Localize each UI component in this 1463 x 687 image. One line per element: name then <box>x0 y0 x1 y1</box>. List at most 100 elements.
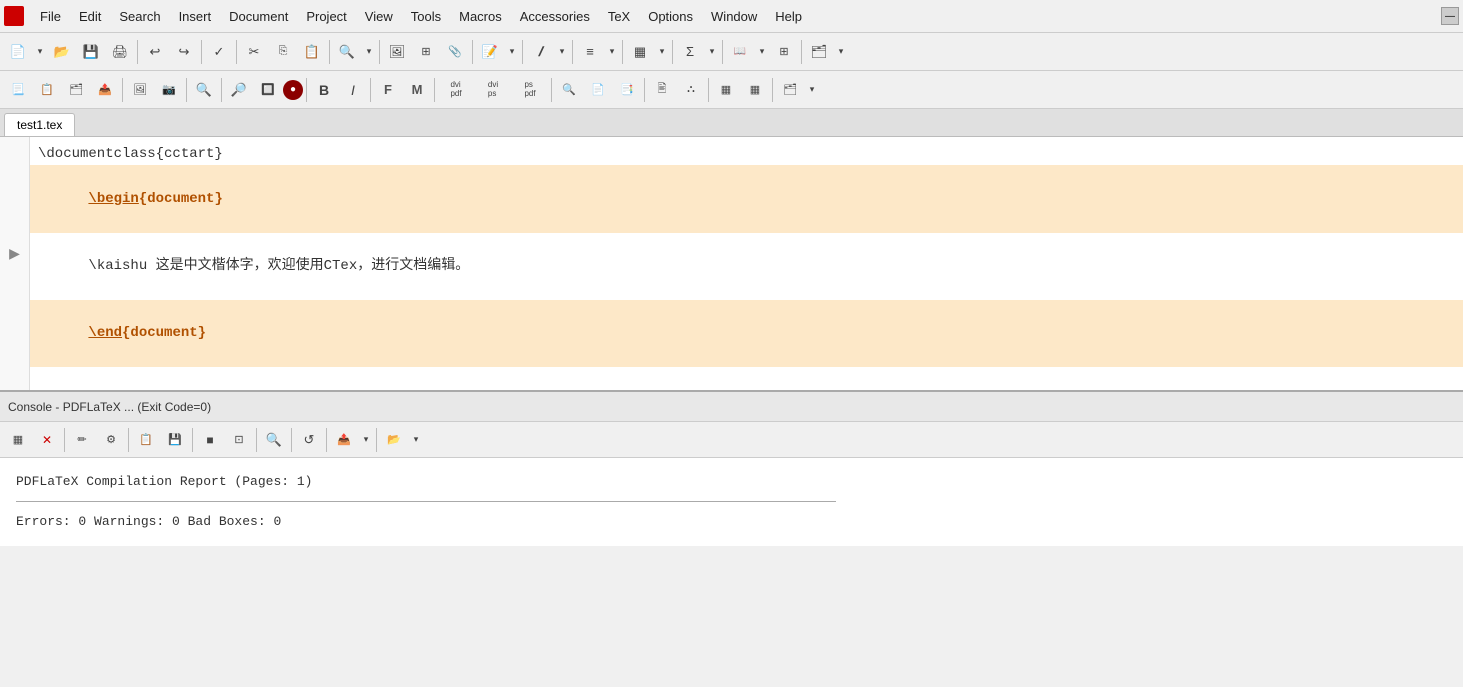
new-dropdown-button[interactable]: ▾ <box>33 38 47 66</box>
c-edit-button[interactable]: ✏ <box>68 426 96 454</box>
log-button[interactable]: 🖹 <box>648 76 676 104</box>
pdf-view-button[interactable]: 📑 <box>613 76 641 104</box>
rec-button[interactable]: ● <box>283 80 303 100</box>
console-title: Console - PDFLaTeX ... (Exit Code=0) <box>8 400 211 414</box>
open-button[interactable]: 📂 <box>48 38 76 66</box>
menu-accessories[interactable]: Accessories <box>512 5 598 28</box>
c-screen-button[interactable]: ▦ <box>4 426 32 454</box>
sep16 <box>306 78 307 102</box>
menu-bar: File Edit Search Insert Document Project… <box>0 0 1463 33</box>
new2-button[interactable]: 📃 <box>4 76 32 104</box>
ref2-button[interactable]: ⊞ <box>770 38 798 66</box>
copy2-button[interactable]: 📋 <box>33 76 61 104</box>
c-stop-button[interactable]: ✕ <box>33 426 61 454</box>
format-button[interactable]: 📝 <box>476 38 504 66</box>
menu-view[interactable]: View <box>357 5 401 28</box>
sep4 <box>329 40 330 64</box>
csep1 <box>64 428 65 452</box>
c-search-button[interactable]: 🔍 <box>260 426 288 454</box>
redo-button[interactable]: ↪ <box>170 38 198 66</box>
proj-button[interactable]: 🗂 <box>62 76 90 104</box>
menu-project[interactable]: Project <box>298 5 354 28</box>
table2-button[interactable]: ▦ <box>626 38 654 66</box>
menu-window[interactable]: Window <box>703 5 765 28</box>
c-frame-button[interactable]: ⊡ <box>225 426 253 454</box>
editor-content[interactable]: \documentclass{cctart} \begin{document} … <box>30 137 1463 390</box>
format-dropdown-button[interactable]: ▾ <box>505 38 519 66</box>
italic-dropdown-button[interactable]: ▾ <box>555 38 569 66</box>
undo-button[interactable]: ↩ <box>141 38 169 66</box>
sep3 <box>236 40 237 64</box>
menu-options[interactable]: Options <box>640 5 701 28</box>
c-refresh-button[interactable]: ↺ <box>295 426 323 454</box>
c-export-button[interactable]: 📤 <box>330 426 358 454</box>
table2-dropdown-button[interactable]: ▾ <box>655 38 669 66</box>
menu-file[interactable]: File <box>32 5 69 28</box>
italic-button[interactable]: 𝐼 <box>526 38 554 66</box>
print-button[interactable]: 🖨 <box>106 38 134 66</box>
copy-button[interactable]: ⎘ <box>269 38 297 66</box>
code-line-4: \end{document} <box>30 300 1463 367</box>
menu-document[interactable]: Document <box>221 5 296 28</box>
toolbar-main: 📄 ▾ 📂 💾 🖨 ↩ ↪ ✓ ✂ ⎘ 📋 🔍 ▾ 🖼 ⊞ 📎 📝 ▾ 𝐼 ▾ … <box>0 33 1463 71</box>
c-settings-button[interactable]: ⚙ <box>97 426 125 454</box>
insert-misc-button[interactable]: 📎 <box>441 38 469 66</box>
dvi-ps-button[interactable]: dvips <box>475 76 511 104</box>
arrow-indicator: ▶ <box>5 243 25 263</box>
window-controls: — <box>1441 7 1459 25</box>
menu-help[interactable]: Help <box>767 5 810 28</box>
math-dropdown-button[interactable]: ▾ <box>705 38 719 66</box>
box-button[interactable]: 🔲 <box>254 76 282 104</box>
c-open-button[interactable]: 📂 <box>380 426 408 454</box>
search3-button[interactable]: 🔎 <box>225 76 253 104</box>
font-f-button[interactable]: F <box>374 76 402 104</box>
misc3-dropdown-button[interactable]: ▾ <box>805 76 819 104</box>
list-dropdown-button[interactable]: ▾ <box>605 38 619 66</box>
new-button[interactable]: 📄 <box>4 38 32 66</box>
ps-view-button[interactable]: 📄 <box>584 76 612 104</box>
app-icon <box>4 6 24 26</box>
find-button[interactable]: 🔍 <box>333 38 361 66</box>
c-copy-button[interactable]: 📋 <box>132 426 160 454</box>
layout-button[interactable]: ▦ <box>712 76 740 104</box>
menu-insert[interactable]: Insert <box>171 5 220 28</box>
font-m-button[interactable]: M <box>403 76 431 104</box>
search2-button[interactable]: 🔍 <box>190 76 218 104</box>
ps-pdf-button[interactable]: pspdf <box>512 76 548 104</box>
dvi-pdf-button[interactable]: dvipdf <box>438 76 474 104</box>
c-save-button[interactable]: 💾 <box>161 426 189 454</box>
cut-button[interactable]: ✂ <box>240 38 268 66</box>
c-stop2-button[interactable]: ■ <box>196 426 224 454</box>
export-button[interactable]: 📤 <box>91 76 119 104</box>
menu-edit[interactable]: Edit <box>71 5 109 28</box>
c-export-dd-button[interactable]: ▾ <box>359 426 373 454</box>
sep18 <box>434 78 435 102</box>
insert-image-button[interactable]: 🖼 <box>383 38 411 66</box>
find-dropdown-button[interactable]: ▾ <box>362 38 376 66</box>
save-button[interactable]: 💾 <box>77 38 105 66</box>
bold-b-button[interactable]: B <box>310 76 338 104</box>
menu-macros[interactable]: Macros <box>451 5 510 28</box>
paste-button[interactable]: 📋 <box>298 38 326 66</box>
list-button[interactable]: ≡ <box>576 38 604 66</box>
insert-table-button[interactable]: ⊞ <box>412 38 440 66</box>
minimize-button[interactable]: — <box>1441 7 1459 25</box>
math-button[interactable]: Σ <box>676 38 704 66</box>
img2-button[interactable]: 🖼 <box>126 76 154 104</box>
misc2-button[interactable]: ⛬ <box>677 76 705 104</box>
ref-dropdown-button[interactable]: ▾ <box>755 38 769 66</box>
tab-test1[interactable]: test1.tex <box>4 113 75 136</box>
imgcap-button[interactable]: 📷 <box>155 76 183 104</box>
layout2-button[interactable]: ▦ <box>741 76 769 104</box>
menu-search[interactable]: Search <box>111 5 168 28</box>
misc3-button[interactable]: 🗂 <box>776 76 804 104</box>
c-open-dd-button[interactable]: ▾ <box>409 426 423 454</box>
misc-dropdown-button[interactable]: ▾ <box>834 38 848 66</box>
italic-i-button[interactable]: I <box>339 76 367 104</box>
misc-button[interactable]: 🗂 <box>805 38 833 66</box>
dvi-view-button[interactable]: 🔍 <box>555 76 583 104</box>
spellcheck-button[interactable]: ✓ <box>205 38 233 66</box>
menu-tex[interactable]: TeX <box>600 5 638 28</box>
menu-tools[interactable]: Tools <box>403 5 449 28</box>
ref-button[interactable]: 📖 <box>726 38 754 66</box>
